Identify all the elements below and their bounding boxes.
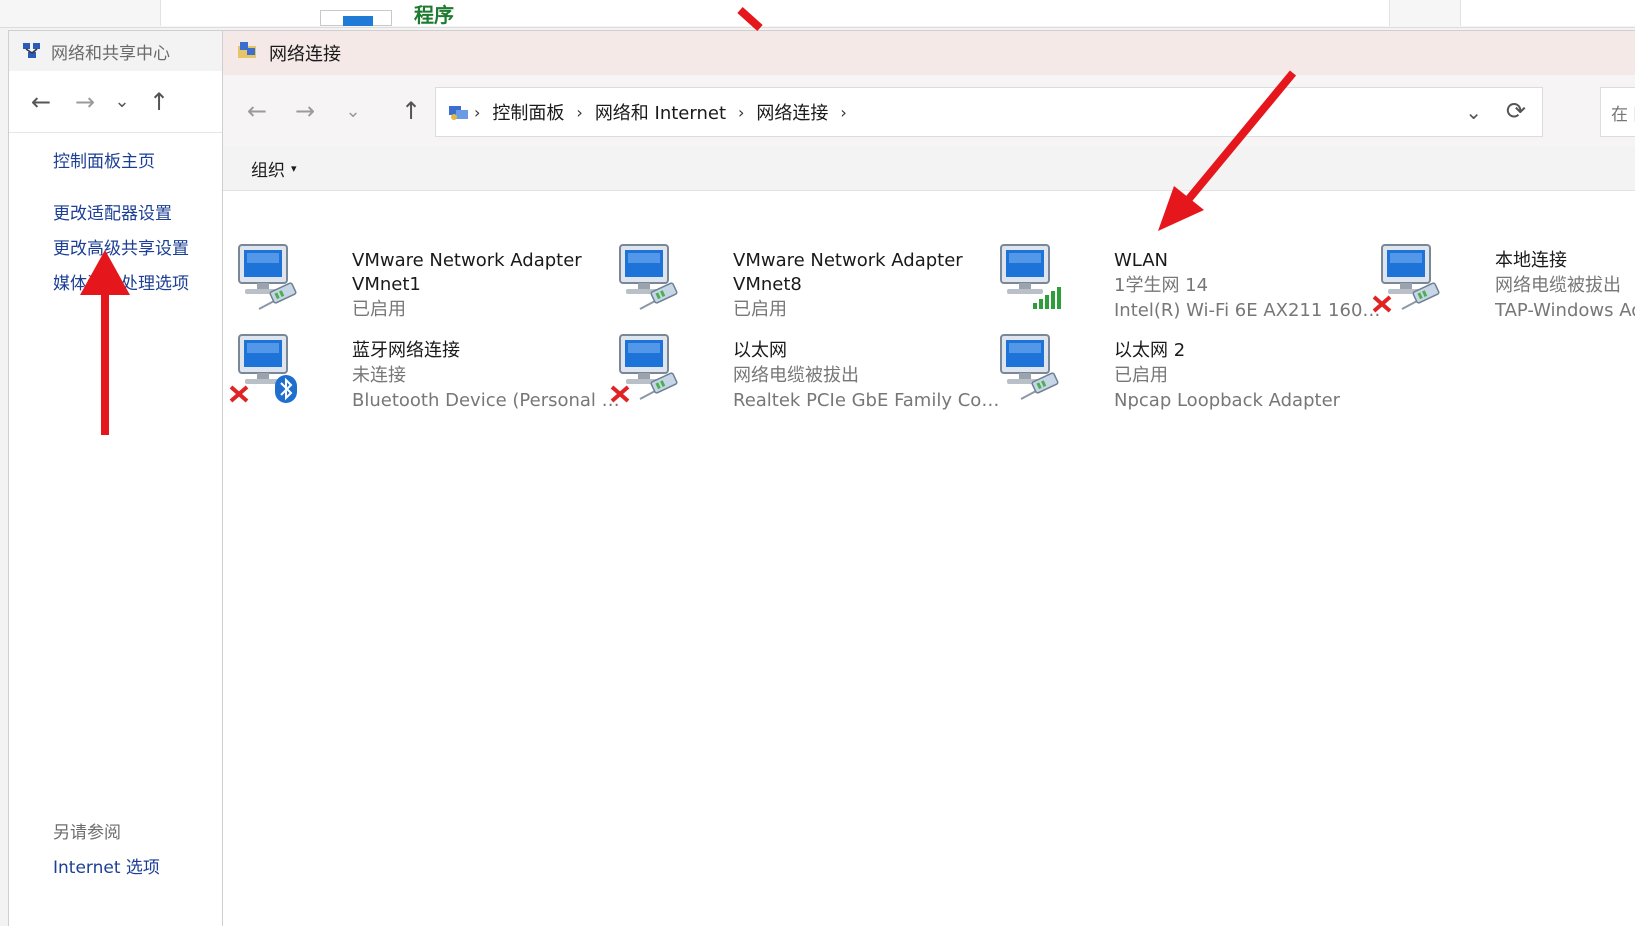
connection-text: 以太网 2 已启用 Npcap Loopback Adapter bbox=[1114, 339, 1384, 413]
connection-status-line: VMnet8 bbox=[733, 274, 802, 295]
organize-menu-button[interactable]: 组织 bbox=[251, 156, 285, 181]
breadcrumb-separator[interactable]: › bbox=[738, 103, 744, 122]
connection-item[interactable]: 蓝牙网络连接 未连接 Bluetooth Device (Personal Are.… bbox=[229, 329, 622, 415]
connection-status-line: 网络电缆被拔出 bbox=[733, 365, 859, 386]
left-title-bar: 网络和共享中心 bbox=[9, 31, 225, 71]
network-connections-window: 网络连接 ← → ⌄ ↑ › 控制面板 › 网络和 Internet › 网络连… bbox=[222, 30, 1635, 926]
breadcrumb-network-connections[interactable]: 网络连接 bbox=[756, 99, 828, 125]
connection-text: WLAN 1学生网 14 Intel(R) Wi-Fi 6E AX211 160M.… bbox=[1114, 249, 1384, 323]
connection-status-line: 未连接 bbox=[352, 365, 406, 386]
network-adapter-icon bbox=[991, 239, 1063, 313]
see-also-heading: 另请参阅 bbox=[53, 823, 121, 843]
disconnected-x-icon bbox=[229, 385, 249, 403]
connection-text: 蓝牙网络连接 未连接 Bluetooth Device (Personal Are.… bbox=[352, 339, 622, 413]
connection-item[interactable]: VMware Network Adapter VMnet8 已启用 bbox=[619, 239, 995, 325]
media-streaming-options-link[interactable]: 媒体流式处理选项 bbox=[53, 273, 189, 295]
connection-item[interactable]: WLAN 1学生网 14 Intel(R) Wi-Fi 6E AX211 160M.… bbox=[1000, 239, 1384, 325]
up-arrow-icon[interactable]: ↑ bbox=[137, 80, 181, 124]
address-dropdown-chevron-icon[interactable]: ⌄ bbox=[1465, 100, 1482, 124]
back-arrow-icon[interactable]: ← bbox=[233, 89, 281, 133]
connection-device-line: Bluetooth Device (Personal Are... bbox=[352, 390, 622, 411]
change-adapter-settings-link[interactable]: 更改适配器设置 bbox=[53, 203, 189, 225]
main-title-bar: 网络连接 bbox=[223, 31, 1635, 75]
background-window-strip: 程序 bbox=[0, 0, 1635, 28]
organize-caret-icon[interactable]: ▾ bbox=[291, 162, 297, 175]
connection-name: 蓝牙网络连接 bbox=[352, 340, 460, 361]
background-partial-text: 程序 bbox=[414, 4, 454, 26]
forward-arrow-icon[interactable]: → bbox=[63, 80, 107, 124]
network-center-icon bbox=[21, 41, 43, 61]
connection-status-line: 网络电缆被拔出 bbox=[1495, 275, 1621, 296]
connection-name: 以太网 2 bbox=[1114, 340, 1186, 361]
command-bar: 组织 ▾ bbox=[223, 147, 1635, 191]
connection-text: 以太网网络电缆被拔出 Realtek PCIe GbE Family Contr.… bbox=[733, 339, 1003, 413]
forward-arrow-icon[interactable]: → bbox=[281, 89, 329, 133]
connection-status-line: VMnet1 bbox=[352, 274, 421, 295]
network-folder-icon bbox=[237, 41, 259, 65]
connection-device-line: Intel(R) Wi-Fi 6E AX211 160M... bbox=[1114, 300, 1384, 321]
breadcrumb-network-internet[interactable]: 网络和 Internet bbox=[595, 99, 726, 125]
change-advanced-sharing-link[interactable]: 更改高级共享设置 bbox=[53, 238, 189, 260]
connection-name: 本地连接 bbox=[1495, 250, 1567, 271]
left-navigation-bar: ← → ⌄ ↑ bbox=[9, 71, 225, 133]
main-window-title: 网络连接 bbox=[269, 44, 341, 65]
breadcrumb-control-panel[interactable]: 控制面板 bbox=[492, 99, 564, 125]
network-adapter-icon bbox=[610, 239, 682, 313]
screen: 程序 网络和共享中心 ← → ⌄ ↑ 控制面板主页 更改适配器设置 更改高级共享… bbox=[0, 0, 1635, 926]
network-adapter-icon bbox=[610, 329, 682, 403]
address-row: ← → ⌄ ↑ › 控制面板 › 网络和 Internet › 网络连接 › ⌄… bbox=[223, 75, 1635, 147]
connection-item[interactable]: VMware Network Adapter VMnet1 已启用 bbox=[238, 239, 614, 325]
left-task-links: 控制面板主页 更改适配器设置 更改高级共享设置 媒体流式处理选项 bbox=[53, 151, 189, 295]
network-adapter-icon bbox=[991, 329, 1063, 403]
connection-item[interactable]: 本地连接网络电缆被拔出 TAP-Windows Ada bbox=[1372, 239, 1635, 325]
network-adapter-icon bbox=[1372, 239, 1444, 313]
connection-device-line: Npcap Loopback Adapter bbox=[1114, 390, 1341, 411]
background-toolbar-icon bbox=[320, 10, 392, 26]
network-adapter-icon bbox=[229, 239, 301, 313]
connection-name: WLAN bbox=[1114, 250, 1169, 271]
connection-name: VMware Network Adapter bbox=[733, 250, 963, 271]
breadcrumb-separator[interactable]: › bbox=[576, 103, 582, 122]
connection-item[interactable]: 以太网 2 已启用 Npcap Loopback Adapter bbox=[1000, 329, 1376, 415]
network-sharing-center-window: 网络和共享中心 ← → ⌄ ↑ 控制面板主页 更改适配器设置 更改高级共享设置 … bbox=[8, 30, 225, 926]
network-adapter-icon bbox=[229, 329, 301, 403]
connection-status-line: 已启用 bbox=[1114, 365, 1168, 386]
refresh-icon[interactable]: ⟳ bbox=[1506, 97, 1526, 125]
bluetooth-icon bbox=[275, 375, 297, 403]
address-bar[interactable]: › 控制面板 › 网络和 Internet › 网络连接 › ⌄ ⟳ bbox=[435, 87, 1543, 137]
connection-text: VMware Network Adapter VMnet8 已启用 bbox=[733, 249, 1003, 322]
control-panel-icon bbox=[448, 102, 470, 122]
control-panel-home-link[interactable]: 控制面板主页 bbox=[53, 151, 189, 173]
background-document-right bbox=[1460, 0, 1635, 26]
connections-list: VMware Network Adapter VMnet1 已启用 VMware Ne… bbox=[223, 191, 1635, 411]
connection-name: VMware Network Adapter bbox=[352, 250, 582, 271]
recent-locations-chevron-icon[interactable]: ⌄ bbox=[329, 89, 377, 133]
connection-name: 以太网 bbox=[733, 340, 787, 361]
connection-device-line: Realtek PCIe GbE Family Contr... bbox=[733, 390, 1003, 411]
disconnected-x-icon bbox=[610, 385, 630, 403]
up-arrow-icon[interactable]: ↑ bbox=[387, 89, 435, 133]
connection-text: 本地连接网络电缆被拔出 TAP-Windows Ada bbox=[1495, 249, 1635, 323]
back-arrow-icon[interactable]: ← bbox=[19, 80, 63, 124]
left-window-title: 网络和共享中心 bbox=[51, 43, 170, 64]
internet-options-link[interactable]: Internet 选项 bbox=[53, 853, 160, 878]
connection-device-line: 已启用 bbox=[352, 299, 406, 320]
connection-item[interactable]: 以太网网络电缆被拔出 Realtek PCIe GbE Family Contr.… bbox=[610, 329, 1003, 415]
search-input[interactable]: 在 网 bbox=[1600, 87, 1635, 137]
connection-device-line: TAP-Windows Ada bbox=[1495, 300, 1635, 321]
recent-locations-chevron-icon[interactable]: ⌄ bbox=[107, 80, 137, 124]
breadcrumb-separator[interactable]: › bbox=[840, 103, 846, 122]
disconnected-x-icon bbox=[1372, 295, 1392, 313]
connection-device-line: 已启用 bbox=[733, 299, 787, 320]
connection-text: VMware Network Adapter VMnet1 已启用 bbox=[352, 249, 622, 322]
main-navigation-buttons: ← → ⌄ ↑ bbox=[233, 89, 435, 133]
connection-status-line: 1学生网 14 bbox=[1114, 275, 1209, 296]
breadcrumb-separator[interactable]: › bbox=[474, 103, 480, 122]
